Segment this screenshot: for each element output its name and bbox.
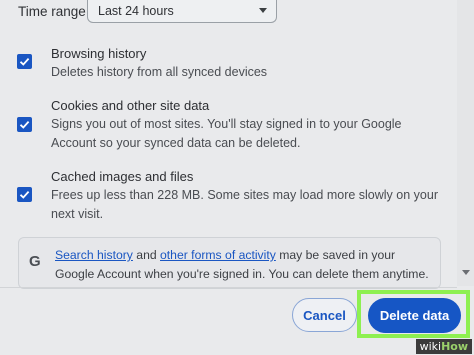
option-title: Cached images and files	[51, 169, 194, 184]
other-activity-link[interactable]: other forms of activity	[160, 248, 276, 262]
scrollbar[interactable]	[457, 0, 474, 286]
clear-browsing-data-panel: Time range Last 24 hours Browsing histor…	[0, 0, 457, 340]
option-description: Signs you out of most sites. You'll stay…	[51, 117, 402, 150]
checkmark-icon	[19, 120, 30, 129]
google-g-icon: G	[29, 253, 41, 270]
checkbox-browsing-history[interactable]	[17, 54, 32, 69]
bottom-strip	[0, 340, 474, 355]
delete-data-button[interactable]: Delete data	[368, 298, 461, 333]
checkmark-icon	[19, 190, 30, 199]
caret-down-icon	[259, 8, 267, 13]
watermark-suffix: How	[441, 340, 468, 353]
wikihow-watermark: wikiHow	[415, 339, 472, 354]
option-title: Cookies and other site data	[51, 98, 210, 113]
search-history-link[interactable]: Search history	[55, 248, 133, 262]
checkmark-icon	[19, 57, 30, 66]
activity-info-box: G Search history and other forms of acti…	[18, 237, 441, 289]
checkbox-cookies[interactable]	[17, 117, 32, 132]
info-and: and	[132, 248, 161, 262]
time-range-value: Last 24 hours	[98, 4, 174, 18]
info-text: Search history and other forms of activi…	[55, 246, 435, 284]
scroll-down-arrow-icon[interactable]	[462, 270, 470, 275]
footer-divider	[0, 287, 457, 288]
checkbox-cache[interactable]	[17, 187, 32, 202]
option-description: Frees up less than 228 MB. Some sites ma…	[51, 188, 438, 221]
time-range-select[interactable]: Last 24 hours	[87, 0, 277, 23]
time-range-label: Time range	[18, 4, 86, 19]
option-title: Browsing history	[51, 46, 147, 61]
watermark-prefix: wiki	[419, 340, 442, 353]
cancel-button[interactable]: Cancel	[292, 298, 357, 332]
option-description: Deletes history from all synced devices	[51, 65, 268, 79]
